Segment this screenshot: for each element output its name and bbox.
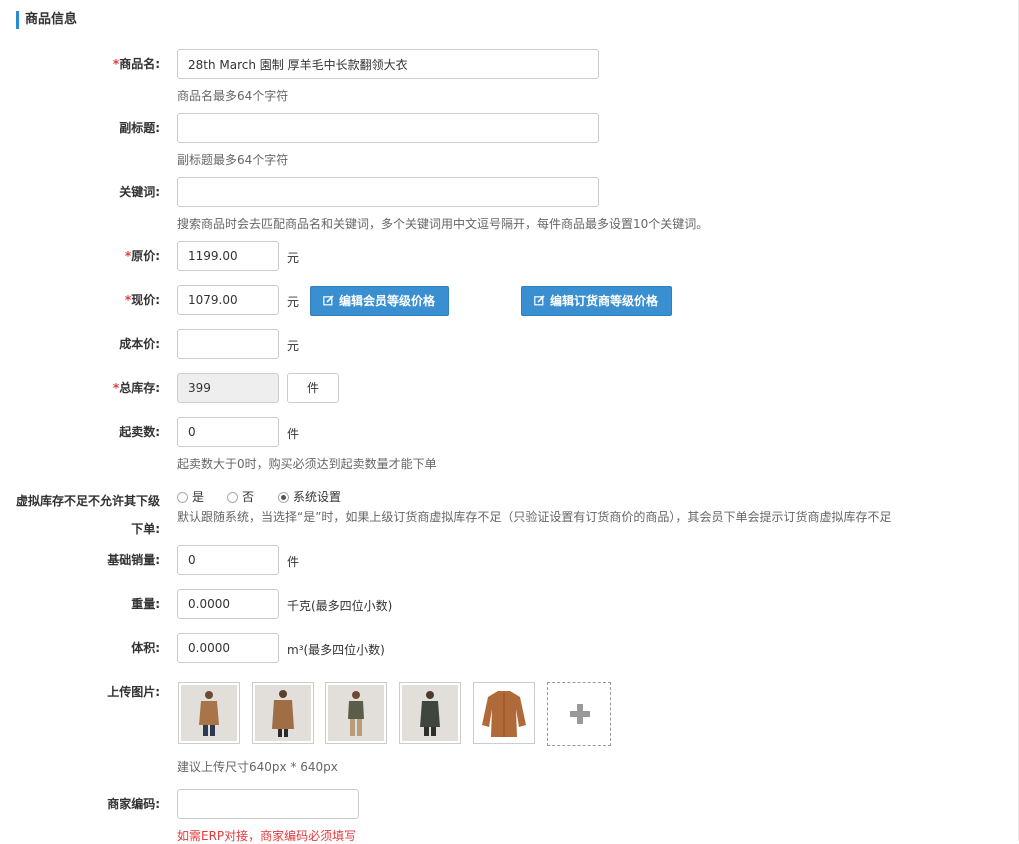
cost-price-unit: 元 <box>287 339 300 353</box>
product-image-5[interactable] <box>473 682 535 744</box>
add-image-button[interactable] <box>547 682 611 746</box>
subtitle-input[interactable] <box>177 113 599 143</box>
min-purchase-hint: 起卖数大于0时，购买必须达到起卖数量才能下单 <box>177 457 437 471</box>
original-price-input[interactable] <box>177 241 279 271</box>
edit-member-price-button[interactable]: 编辑会员等级价格 <box>310 286 449 316</box>
volume-label: 体积: <box>131 641 160 655</box>
total-stock-input <box>177 373 279 403</box>
radio-icon <box>177 491 188 503</box>
edit-dealer-price-button[interactable]: 编辑订货商等级价格 <box>521 286 672 316</box>
virtual-stock-option-yes[interactable]: 是 <box>177 489 204 505</box>
product-image-1[interactable] <box>178 682 240 744</box>
volume-input[interactable] <box>177 633 279 663</box>
base-sales-unit: 件 <box>287 555 300 569</box>
model-photo-2-icon <box>255 685 311 741</box>
edit-icon <box>534 295 545 306</box>
product-name-label: *商品名: <box>112 57 160 71</box>
current-price-label: *现价: <box>124 293 160 307</box>
subtitle-hint: 副标题最多64个字符 <box>177 153 289 167</box>
weight-input[interactable] <box>177 589 279 619</box>
weight-label: 重量: <box>131 597 160 611</box>
base-sales-label: 基础销量: <box>107 553 160 567</box>
model-photo-4-icon <box>402 685 458 741</box>
virtual-stock-hint: 默认跟随系统，当选择“是”时，如果上级订货商虚拟库存不足（只验证设置有订货商价的… <box>177 510 892 524</box>
original-price-label: *原价: <box>124 249 160 263</box>
product-image-3[interactable] <box>325 682 387 744</box>
keywords-hint: 搜索商品时会去匹配商品名和关键词，多个关键词用中文逗号隔开，每件商品最多设置10… <box>177 217 709 231</box>
product-image-2[interactable] <box>252 682 314 744</box>
model-photo-3-icon <box>328 685 384 741</box>
merchant-code-hint: 如需ERP对接，商家编码必须填写 <box>177 829 357 843</box>
current-price-unit: 元 <box>287 295 300 309</box>
total-stock-label: *总库存: <box>112 381 160 395</box>
weight-unit: 千克(最多四位小数) <box>287 599 393 613</box>
images-label: 上传图片: <box>107 685 160 699</box>
stock-unit-button[interactable]: 件 <box>287 373 339 403</box>
cost-price-input[interactable] <box>177 329 279 359</box>
merchant-code-input[interactable] <box>177 789 359 819</box>
coat-flat-photo-icon <box>476 685 532 741</box>
min-purchase-input[interactable] <box>177 417 279 447</box>
keywords-input[interactable] <box>177 177 599 207</box>
cost-price-label: 成本价: <box>119 337 160 351</box>
virtual-stock-label: 虚拟库存不足不允许其下级 下单: <box>15 494 160 536</box>
section-title: 商品信息 <box>16 11 77 29</box>
model-photo-1-icon <box>181 685 237 741</box>
base-sales-input[interactable] <box>177 545 279 575</box>
product-name-input[interactable] <box>177 49 599 79</box>
images-hint: 建议上传尺寸640px * 640px <box>177 760 338 774</box>
product-name-hint: 商品名最多64个字符 <box>177 89 289 103</box>
min-purchase-unit: 件 <box>287 427 300 441</box>
current-price-input[interactable] <box>177 285 279 315</box>
radio-icon <box>227 491 238 503</box>
edit-icon <box>323 295 334 306</box>
min-purchase-label: 起卖数: <box>119 425 160 439</box>
radio-selected-icon <box>278 491 289 503</box>
virtual-stock-option-no[interactable]: 否 <box>227 489 254 505</box>
original-price-unit: 元 <box>287 251 300 265</box>
merchant-code-label: 商家编码: <box>107 797 160 811</box>
subtitle-label: 副标题: <box>119 121 160 135</box>
keywords-label: 关键词: <box>119 185 160 199</box>
virtual-stock-option-system[interactable]: 系统设置 <box>278 489 341 505</box>
volume-unit: m³(最多四位小数) <box>287 643 385 657</box>
product-image-4[interactable] <box>399 682 461 744</box>
